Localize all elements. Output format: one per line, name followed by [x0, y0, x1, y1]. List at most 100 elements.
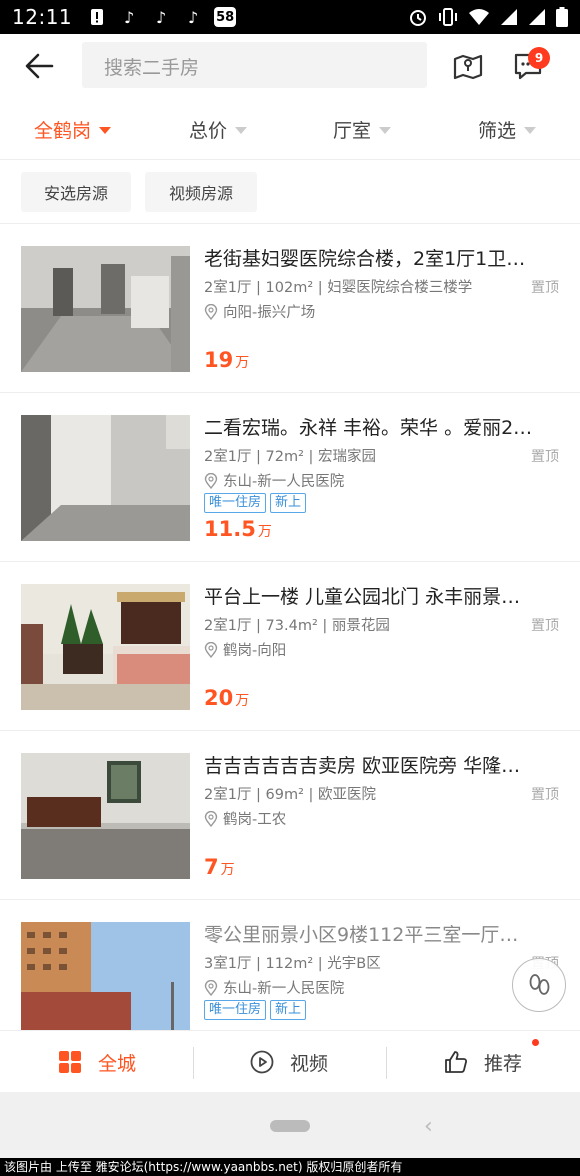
price-unit: 万 [235, 355, 250, 371]
listing-item[interactable]: 吉吉吉吉吉吉卖房 欧亚医院旁 华隆… 2室1厅 | 69m² | 欧亚医院 置顶… [0, 731, 580, 900]
footprint-icon [529, 974, 550, 995]
listing-item[interactable]: 平台上一楼 儿童公园北门 永丰丽景… 2室1厅 | 73.4m² | 丽景花园 … [0, 562, 580, 731]
listing-photo [21, 415, 190, 541]
nav-video[interactable]: 视频 [250, 1031, 328, 1093]
listing-photo [21, 753, 190, 879]
header: 搜索二手房 9 [0, 34, 580, 98]
back-arrow-icon[interactable] [22, 50, 56, 82]
map-icon[interactable] [452, 50, 484, 82]
home-pill[interactable] [270, 1120, 310, 1132]
tag-new: 新上 [270, 493, 307, 513]
listing-tags: 唯一住房 新上 [204, 1000, 307, 1020]
location-text: 东山-新一人民医院 [223, 981, 345, 997]
caret-down-icon [235, 127, 248, 134]
sticky-label: 置顶 [531, 280, 559, 296]
listing-price: 19 万 [204, 348, 249, 372]
listing-photo [21, 922, 190, 1030]
nav-label: 全城 [98, 1052, 137, 1075]
listing-item[interactable]: 老街基妇婴医院综合楼，2室1厅1卫… 2室1厅 | 102m² | 妇婴医院综合… [0, 224, 580, 393]
listing-meta: 2室1厅 | 73.4m² | 丽景花园 [204, 618, 390, 634]
nav-label: 视频 [290, 1052, 329, 1075]
tag-safe-listings[interactable]: 安选房源 [21, 172, 131, 212]
location-text: 向阳-振兴广场 [223, 305, 316, 321]
price-value: 7 [204, 855, 219, 879]
sticky-label: 置顶 [531, 449, 559, 465]
status-time: 12:11 [12, 5, 73, 29]
location-pin-icon [204, 810, 218, 827]
filter-label: 厅室 [333, 120, 372, 142]
play-icon [250, 1050, 274, 1074]
browsing-history-button[interactable] [512, 958, 566, 1012]
notification-alert-icon [86, 7, 108, 27]
thumbs-up-icon [445, 1051, 468, 1073]
wifi-icon [469, 9, 489, 25]
tag-video-listings[interactable]: 视频房源 [145, 172, 257, 212]
location-text: 东山-新一人民医院 [223, 474, 345, 490]
listing-photo [21, 584, 190, 710]
quick-tag-row: 安选房源 视频房源 [0, 160, 580, 224]
listing-meta: 2室1厅 | 69m² | 欧亚医院 [204, 787, 377, 803]
price-value: 20 [204, 686, 234, 710]
caret-down-icon [99, 127, 112, 134]
battery-icon [556, 7, 568, 27]
vibrate-icon [439, 8, 457, 26]
filter-label: 筛选 [478, 120, 517, 142]
location-text: 鹤岗-工农 [223, 812, 287, 828]
location-pin-icon [204, 472, 218, 489]
tag-only-home: 唯一住房 [204, 1000, 267, 1020]
listing-location: 鹤岗-工农 [204, 808, 286, 829]
nav-divider [386, 1047, 387, 1079]
sticky-label: 置顶 [531, 618, 559, 634]
app-58-icon: 58 [214, 7, 237, 27]
filter-rooms[interactable]: 厅室 [333, 116, 392, 143]
listing-location: 东山-新一人民医院 [204, 470, 344, 491]
listing-meta: 2室1厅 | 72m² | 宏瑞家园 [204, 449, 377, 465]
system-back-icon[interactable]: ‹ [424, 1114, 433, 1139]
listing-title: 二看宏瑞。永祥 丰裕。荣华 。爱丽2… [204, 417, 533, 439]
search-placeholder: 搜索二手房 [104, 57, 200, 79]
location-text: 鹤岗-向阳 [223, 643, 287, 659]
location-pin-icon [204, 303, 218, 320]
tiktok-icon: ♪ [156, 7, 167, 27]
listing-meta: 2室1厅 | 102m² | 妇婴医院综合楼三楼学 [204, 280, 473, 296]
listing-price: 20 万 [204, 686, 249, 710]
nav-recommend[interactable]: 推荐 [444, 1031, 522, 1093]
search-input[interactable]: 搜索二手房 [82, 42, 427, 88]
filter-total-price[interactable]: 总价 [189, 116, 248, 143]
price-unit: 万 [220, 862, 235, 878]
listing-price: 7万 [204, 855, 235, 879]
listing-meta: 3室1厅 | 112m² | 光宇B区 [204, 956, 381, 972]
image-watermark-bar: 该图片由 上传至 雅安论坛(https://www.yaanbbs.net) 版… [0, 1158, 580, 1176]
listing-location: 东山-新一人民医院 [204, 977, 344, 998]
filter-more[interactable]: 筛选 [478, 116, 537, 143]
filter-label: 总价 [189, 120, 228, 142]
price-unit: 万 [235, 693, 250, 709]
nav-citywide[interactable]: 全城 [58, 1031, 136, 1093]
alarm-icon [410, 10, 426, 26]
listing-title: 平台上一楼 儿童公园北门 永丰丽景… [204, 586, 521, 608]
caret-down-icon [379, 127, 392, 134]
filter-label: 全鹤岗 [34, 120, 92, 142]
listing-title: 老街基妇婴医院综合楼，2室1厅1卫… [204, 248, 526, 270]
filter-region[interactable]: 全鹤岗 [34, 116, 112, 143]
listing-title: 吉吉吉吉吉吉卖房 欧亚医院旁 华隆… [204, 755, 521, 777]
system-nav-bar: ‹ [0, 1092, 580, 1158]
listing-item[interactable]: 零公里丽景小区9楼112平三室一厅… 3室1厅 | 112m² | 光宇B区 置… [0, 900, 580, 1030]
sticky-label: 置顶 [531, 787, 559, 803]
message-count-badge: 9 [528, 47, 550, 69]
bottom-nav: 全城 视频 推荐 [0, 1030, 580, 1092]
listing-tags: 唯一住房 新上 [204, 493, 307, 513]
signal-icon [529, 9, 545, 25]
price-value: 19 [204, 348, 234, 372]
grid-icon [59, 1051, 81, 1073]
price-value: 11.5 [204, 517, 256, 541]
listing-price: 11.5 万 [204, 517, 272, 541]
caret-down-icon [524, 127, 537, 134]
tiktok-icon: ♪ [188, 7, 199, 27]
listing-location: 鹤岗-向阳 [204, 639, 286, 660]
signal-icon [501, 9, 517, 25]
nav-divider [193, 1047, 194, 1079]
tag-only-home: 唯一住房 [204, 493, 267, 513]
tiktok-icon: ♪ [124, 7, 135, 27]
listing-item[interactable]: 二看宏瑞。永祥 丰裕。荣华 。爱丽2… 2室1厅 | 72m² | 宏瑞家园 置… [0, 393, 580, 562]
